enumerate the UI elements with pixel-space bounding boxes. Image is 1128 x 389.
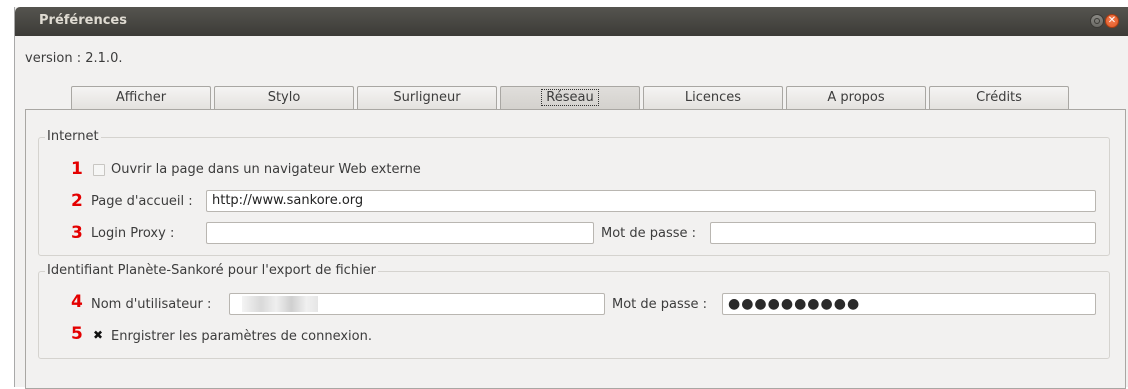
- home-page-input[interactable]: http://www.sankore.org: [206, 190, 1096, 212]
- step-number: 3: [71, 223, 83, 243]
- tab-label: Licences: [684, 90, 742, 105]
- preferences-window: Préférences ✕ version : 2.1.0. Afficher …: [14, 7, 1128, 389]
- tab-stylo[interactable]: Stylo: [214, 86, 354, 110]
- username-input[interactable]: [229, 293, 605, 315]
- tab-label: Stylo: [267, 90, 301, 105]
- open-external-checkbox[interactable]: [93, 164, 105, 176]
- open-external-label: Ouvrir la page dans un navigateur Web ex…: [111, 162, 421, 177]
- close-icon[interactable]: ✕: [1105, 14, 1119, 28]
- tab-label: Afficher: [115, 90, 167, 105]
- tab-credits[interactable]: Crédits: [929, 86, 1069, 110]
- planete-sankore-group: Identifiant Planète-Sankoré pour l'expor…: [38, 263, 1110, 359]
- tab-a-propos[interactable]: A propos: [786, 86, 926, 110]
- account-password-input[interactable]: ●●●●●●●●●●: [722, 293, 1096, 315]
- proxy-password-input[interactable]: [710, 222, 1096, 244]
- proxy-login-label: Login Proxy :: [91, 226, 175, 241]
- save-credentials-checkbox[interactable]: ✖: [93, 328, 103, 342]
- proxy-login-input[interactable]: [206, 222, 594, 244]
- version-label: version : 2.1.0.: [25, 51, 123, 66]
- home-page-label: Page d'accueil :: [91, 194, 193, 209]
- step-number: 2: [71, 191, 83, 211]
- tab-label: Surligneur: [393, 90, 461, 105]
- minimize-icon[interactable]: [1090, 14, 1104, 28]
- step-number: 5: [71, 324, 83, 344]
- proxy-password-label: Mot de passe :: [601, 226, 697, 241]
- username-label: Nom d'utilisateur :: [91, 297, 212, 312]
- title-bar[interactable]: Préférences ✕: [15, 7, 1128, 36]
- window-title: Préférences: [39, 13, 127, 28]
- account-password-label: Mot de passe :: [612, 297, 708, 312]
- tab-surligneur[interactable]: Surligneur: [357, 86, 497, 110]
- step-number: 1: [71, 159, 83, 179]
- tab-label: Crédits: [976, 90, 1022, 105]
- step-number: 4: [71, 292, 83, 312]
- internet-group: Internet 1 Ouvrir la page dans un naviga…: [38, 129, 1110, 256]
- internet-group-title: Internet: [45, 129, 101, 144]
- network-panel: Internet 1 Ouvrir la page dans un naviga…: [25, 109, 1126, 389]
- save-credentials-label: Enrgistrer les paramètres de connexion.: [111, 329, 372, 344]
- tab-licences[interactable]: Licences: [643, 86, 783, 110]
- blurred-username: [242, 296, 318, 312]
- tab-reseau[interactable]: Réseau: [500, 86, 640, 110]
- tab-label: A propos: [827, 90, 885, 105]
- tab-afficher[interactable]: Afficher: [71, 86, 211, 110]
- tab-label: Réseau: [541, 89, 599, 106]
- planete-group-title: Identifiant Planète-Sankoré pour l'expor…: [45, 263, 379, 278]
